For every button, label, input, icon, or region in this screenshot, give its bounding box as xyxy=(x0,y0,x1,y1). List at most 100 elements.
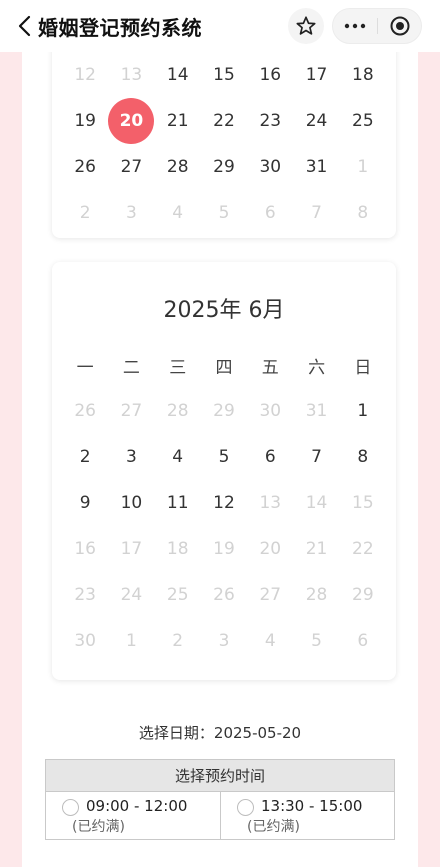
day-number: 28 xyxy=(166,401,189,421)
disabled-day: 24 xyxy=(108,572,154,618)
disabled-day: 20 xyxy=(247,526,293,572)
favorite-button[interactable] xyxy=(288,8,324,44)
day-number: 18 xyxy=(166,539,189,559)
day-cell[interactable]: 1 xyxy=(340,388,386,434)
day-number: 29 xyxy=(352,585,374,605)
weekday-label: 四 xyxy=(215,357,233,378)
day-number: 30 xyxy=(74,631,96,651)
day-cell[interactable]: 19 xyxy=(62,98,108,144)
day-cell[interactable]: 16 xyxy=(247,52,293,98)
close-mini-program-button[interactable] xyxy=(378,9,422,43)
day-cell[interactable]: 2 xyxy=(62,434,108,480)
day-cell[interactable]: 10 xyxy=(108,480,154,526)
back-arrow-icon[interactable] xyxy=(14,14,38,38)
day-number: 31 xyxy=(305,401,328,421)
day-cell[interactable]: 11 xyxy=(155,480,201,526)
day-number: 4 xyxy=(172,447,184,467)
day-cell[interactable]: 27 xyxy=(108,144,154,190)
day-number: 26 xyxy=(74,401,96,421)
disabled-day: 7 xyxy=(293,190,339,236)
day-number: 22 xyxy=(352,539,374,559)
day-cell[interactable]: 23 xyxy=(247,98,293,144)
mini-program-capsule xyxy=(332,8,422,44)
day-number: 25 xyxy=(166,585,189,605)
day-cell[interactable]: 30 xyxy=(247,144,293,190)
time-slot-table: 选择预约时间 09:00 - 12:00 (已约满) 13:30 - 15:00… xyxy=(45,759,395,840)
disabled-day: 13 xyxy=(108,52,154,98)
day-cell[interactable]: 29 xyxy=(201,144,247,190)
calendar-june: 2025年 6月 一二三四五六日 26 27 28 29 30 31 1 2 3 4 5 6 7 8 9 10… xyxy=(52,262,396,680)
weekday-header: 一二三四五六日 xyxy=(62,342,386,388)
radio-button[interactable] xyxy=(62,799,79,816)
disabled-day: 22 xyxy=(340,526,386,572)
day-cell[interactable]: 7 xyxy=(293,434,339,480)
day-number: 12 xyxy=(74,65,96,85)
disabled-day: 5 xyxy=(201,190,247,236)
day-cell[interactable]: 21 xyxy=(155,98,201,144)
disabled-day: 23 xyxy=(62,572,108,618)
day-cell[interactable]: 26 xyxy=(62,144,108,190)
day-cell[interactable]: 3 xyxy=(108,434,154,480)
day-number: 19 xyxy=(74,111,96,131)
day-cell[interactable]: 17 xyxy=(293,52,339,98)
day-number: 27 xyxy=(120,157,143,177)
weekday-label: 五 xyxy=(261,357,279,378)
day-cell[interactable]: 18 xyxy=(340,52,386,98)
day-cell[interactable]: 8 xyxy=(340,434,386,480)
disabled-day: 14 xyxy=(293,480,339,526)
disabled-day: 16 xyxy=(62,526,108,572)
day-number: 4 xyxy=(172,203,184,223)
weekday-label: 日 xyxy=(354,357,372,378)
selected-day[interactable]: 20 xyxy=(108,98,155,144)
day-number: 14 xyxy=(305,493,328,513)
day-cell[interactable]: 4 xyxy=(155,434,201,480)
day-number: 2 xyxy=(79,203,91,223)
day-number: 16 xyxy=(74,539,96,559)
day-cell[interactable]: 9 xyxy=(62,480,108,526)
day-cell[interactable]: 24 xyxy=(293,98,339,144)
day-number: 23 xyxy=(74,585,96,605)
disabled-day: 30 xyxy=(62,618,108,664)
day-number: 24 xyxy=(120,585,143,605)
disabled-day: 29 xyxy=(201,388,247,434)
day-number: 13 xyxy=(120,65,143,85)
day-number: 5 xyxy=(218,203,230,223)
content-area: 12 13 14 15 16 17 18 19 20 21 22 23 24 25 26 27 28 29 30 31… xyxy=(0,32,440,867)
day-number: 26 xyxy=(213,585,235,605)
day-cell[interactable]: 28 xyxy=(155,144,201,190)
day-number: 3 xyxy=(126,447,137,467)
day-cell[interactable]: 5 xyxy=(201,434,247,480)
day-cell[interactable]: 15 xyxy=(201,52,247,98)
target-circle-icon xyxy=(390,16,410,36)
day-number: 15 xyxy=(352,493,374,513)
day-number: 26 xyxy=(74,157,96,177)
day-number: 2 xyxy=(79,447,91,467)
time-slot-morning[interactable]: 09:00 - 12:00 (已约满) xyxy=(46,791,221,839)
disabled-day: 12 xyxy=(62,52,108,98)
day-cell[interactable]: 6 xyxy=(247,434,293,480)
disabled-day: 28 xyxy=(155,388,201,434)
day-cell[interactable]: 12 xyxy=(201,480,247,526)
weekday-label: 三 xyxy=(169,357,187,378)
weekday-label: 一 xyxy=(76,357,94,378)
more-menu-button[interactable] xyxy=(333,9,377,43)
day-number: 14 xyxy=(166,65,189,85)
day-number: 10 xyxy=(120,493,143,513)
disabled-day: 28 xyxy=(293,572,339,618)
day-cell[interactable]: 14 xyxy=(155,52,201,98)
day-number: 4 xyxy=(264,631,276,651)
day-number: 25 xyxy=(352,111,374,131)
day-number: 5 xyxy=(311,631,322,651)
day-number: 3 xyxy=(126,203,137,223)
day-number: 28 xyxy=(305,585,328,605)
disabled-day: 25 xyxy=(155,572,201,618)
time-slot-afternoon[interactable]: 13:30 - 15:00 (已约满) xyxy=(221,791,395,839)
day-cell[interactable]: 25 xyxy=(340,98,386,144)
slot-time: 09:00 - 12:00 xyxy=(86,797,188,815)
disabled-day: 3 xyxy=(201,618,247,664)
day-cell[interactable]: 31 xyxy=(293,144,339,190)
day-number: 1 xyxy=(357,401,369,421)
month-title: 2025年 6月 xyxy=(163,298,285,323)
day-cell[interactable]: 22 xyxy=(201,98,247,144)
radio-button[interactable] xyxy=(237,799,254,816)
